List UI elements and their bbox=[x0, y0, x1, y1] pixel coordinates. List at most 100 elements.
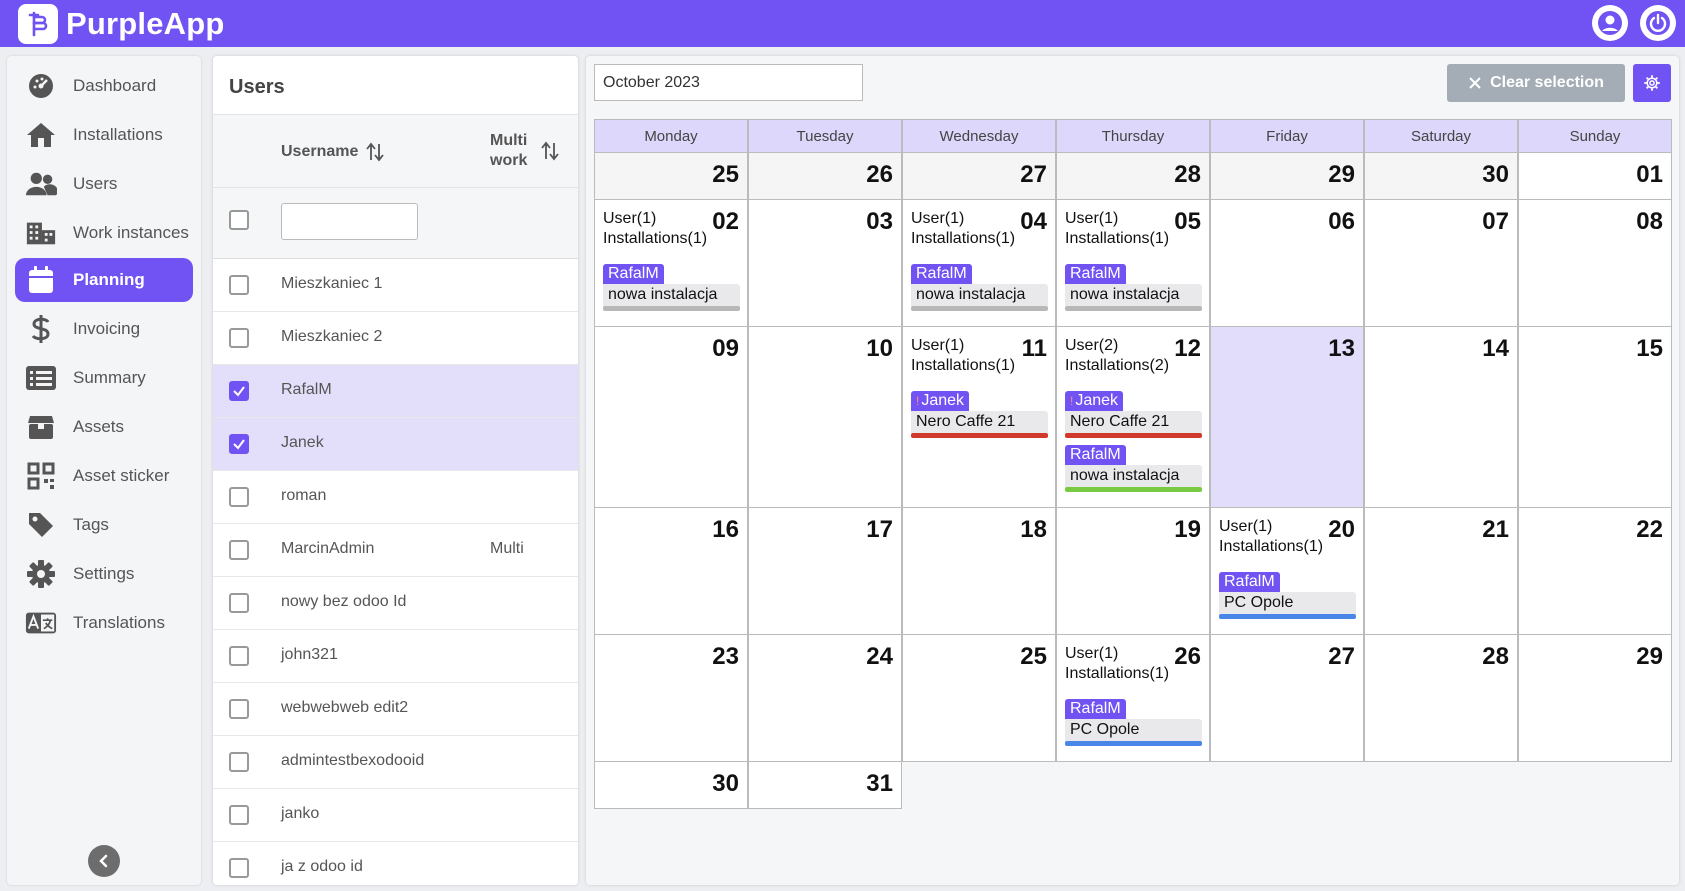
calendar-event[interactable]: RafalM PC Opole bbox=[1065, 699, 1202, 746]
calendar-day-cell[interactable]: 01 bbox=[1518, 152, 1672, 200]
calendar-day-cell[interactable]: 15 bbox=[1518, 326, 1672, 508]
month-picker-input[interactable] bbox=[594, 64, 863, 101]
sidebar-item-tags[interactable]: Tags bbox=[15, 503, 193, 547]
calendar-day-cell[interactable]: 30 bbox=[594, 761, 748, 809]
user-row-checkbox[interactable] bbox=[229, 593, 249, 613]
calendar-day-cell[interactable]: 25 bbox=[594, 152, 748, 200]
calendar-day-cell[interactable]: 19 bbox=[1056, 507, 1210, 635]
sidebar-item-planning[interactable]: Planning bbox=[15, 258, 193, 302]
select-all-checkbox[interactable] bbox=[229, 210, 249, 230]
app-logo-icon[interactable] bbox=[18, 3, 58, 44]
calendar-day-cell[interactable]: 18 bbox=[902, 507, 1056, 635]
calendar-day-cell[interactable]: 20 User(1) Installations(1) RafalM PC Opole bbox=[1210, 507, 1364, 635]
calendar-event[interactable]: RafalM PC Opole bbox=[1219, 572, 1356, 619]
calendar-event[interactable]: RafalM nowa instalacja bbox=[1065, 445, 1202, 492]
user-row-checkbox[interactable] bbox=[229, 858, 249, 878]
day-summary-users: User(1) bbox=[911, 210, 965, 227]
calendar-day-cell[interactable]: 02 User(1) Installations(1) RafalM nowa inst… bbox=[594, 199, 748, 327]
user-row[interactable]: MarcinAdmin Multi bbox=[213, 524, 578, 577]
calendar-panel: Clear selection MondayTuesdayWednesdayTh… bbox=[586, 56, 1679, 885]
calendar-event[interactable]: ! Janek Nero Caffe 21 bbox=[911, 391, 1048, 438]
user-row[interactable]: Janek bbox=[213, 418, 578, 471]
calendar-day-cell[interactable]: 13 bbox=[1210, 326, 1364, 508]
user-row[interactable]: roman bbox=[213, 471, 578, 524]
user-row[interactable]: janko bbox=[213, 789, 578, 842]
user-row-checkbox[interactable] bbox=[229, 434, 249, 454]
user-row[interactable]: nowy bez odoo Id bbox=[213, 577, 578, 630]
calendar-day-cell[interactable]: 30 bbox=[1364, 152, 1518, 200]
user-row[interactable]: Mieszkaniec 2 bbox=[213, 312, 578, 365]
calendar-day-cell[interactable]: 28 bbox=[1056, 152, 1210, 200]
day-summary: User(2) Installations(2) bbox=[1065, 336, 1169, 376]
calendar-day-cell[interactable]: 12 User(2) Installations(2)! Janek Nero Caff… bbox=[1056, 326, 1210, 508]
calendar-day-cell[interactable]: 05 User(1) Installations(1) RafalM nowa inst… bbox=[1056, 199, 1210, 327]
sidebar-item-dashboard[interactable]: Dashboard bbox=[15, 64, 193, 108]
user-row-checkbox[interactable] bbox=[229, 381, 249, 401]
calendar-day-cell[interactable]: 23 bbox=[594, 634, 748, 762]
calendar-day-cell[interactable]: 26 User(1) Installations(1) RafalM PC Opole bbox=[1056, 634, 1210, 762]
calendar-day-cell[interactable]: 24 bbox=[748, 634, 902, 762]
user-row[interactable]: admintestbexodooid bbox=[213, 736, 578, 789]
sidebar-item-label: Translations bbox=[73, 613, 165, 632]
sidebar-item-settings[interactable]: Settings bbox=[15, 552, 193, 596]
sidebar-item-work-instances[interactable]: Work instances bbox=[15, 211, 193, 255]
user-row-checkbox[interactable] bbox=[229, 805, 249, 825]
day-summary: User(1) Installations(1) bbox=[1219, 517, 1323, 557]
user-row-checkbox[interactable] bbox=[229, 540, 249, 560]
calendar-day-cell[interactable]: 16 bbox=[594, 507, 748, 635]
user-account-icon[interactable] bbox=[1592, 5, 1628, 41]
user-row[interactable]: ja z odoo id bbox=[213, 842, 578, 885]
day-number: 30 bbox=[712, 770, 739, 797]
user-row[interactable]: john321 bbox=[213, 630, 578, 683]
power-logout-icon[interactable] bbox=[1640, 5, 1676, 41]
calendar-day-cell[interactable]: 21 bbox=[1364, 507, 1518, 635]
clear-selection-button[interactable]: Clear selection bbox=[1447, 64, 1625, 102]
calendar-day-cell[interactable]: 31 bbox=[748, 761, 902, 809]
sidebar-item-summary[interactable]: Summary bbox=[15, 356, 193, 400]
calendar-day-cell[interactable]: 27 bbox=[1210, 634, 1364, 762]
calendar-event[interactable]: RafalM nowa instalacja bbox=[603, 264, 740, 311]
calendar-day-cell[interactable]: 03 bbox=[748, 199, 902, 327]
calendar-day-cell[interactable]: 10 bbox=[748, 326, 902, 508]
sidebar-item-translations[interactable]: Translations bbox=[15, 601, 193, 645]
user-row[interactable]: webwebweb edit2 bbox=[213, 683, 578, 736]
sidebar-item-invoicing[interactable]: Invoicing bbox=[15, 307, 193, 351]
username-column-header[interactable]: Username bbox=[281, 142, 385, 162]
calendar-day-cell[interactable]: 04 User(1) Installations(1) RafalM nowa inst… bbox=[902, 199, 1056, 327]
calendar-day-cell[interactable]: 07 bbox=[1364, 199, 1518, 327]
user-row-checkbox[interactable] bbox=[229, 646, 249, 666]
calendar-day-cell[interactable]: 14 bbox=[1364, 326, 1518, 508]
calendar-day-cell[interactable]: 29 bbox=[1210, 152, 1364, 200]
calendar-event[interactable]: RafalM nowa instalacja bbox=[911, 264, 1048, 311]
user-row-checkbox[interactable] bbox=[229, 699, 249, 719]
user-row-checkbox[interactable] bbox=[229, 275, 249, 295]
sort-icon[interactable] bbox=[366, 142, 385, 162]
calendar-day-cell[interactable]: 11 User(1) Installations(1)! Janek Nero Caff… bbox=[902, 326, 1056, 508]
calendar-day-cell[interactable]: 28 bbox=[1364, 634, 1518, 762]
calendar-day-cell[interactable]: 25 bbox=[902, 634, 1056, 762]
calendar-day-cell[interactable]: 26 bbox=[748, 152, 902, 200]
calendar-settings-button[interactable] bbox=[1633, 64, 1671, 102]
multi-work-column-header[interactable]: Multi work bbox=[490, 131, 527, 171]
calendar-day-cell[interactable]: 22 bbox=[1518, 507, 1672, 635]
calendar-day-cell[interactable]: 29 bbox=[1518, 634, 1672, 762]
sidebar-item-asset-sticker[interactable]: Asset sticker bbox=[15, 454, 193, 498]
calendar-event[interactable]: ! Janek Nero Caffe 21 bbox=[1065, 391, 1202, 438]
sidebar-item-installations[interactable]: Installations bbox=[15, 113, 193, 157]
calendar-day-cell[interactable]: 09 bbox=[594, 326, 748, 508]
calendar-event[interactable]: RafalM nowa instalacja bbox=[1065, 264, 1202, 311]
sidebar-item-users[interactable]: Users bbox=[15, 162, 193, 206]
collapse-sidebar-button[interactable] bbox=[88, 845, 120, 877]
sort-icon[interactable] bbox=[541, 141, 559, 161]
calendar-day-cell[interactable]: 27 bbox=[902, 152, 1056, 200]
user-row[interactable]: Mieszkaniec 1 bbox=[213, 259, 578, 312]
sidebar-item-assets[interactable]: Assets bbox=[15, 405, 193, 449]
username-filter-input[interactable] bbox=[281, 203, 418, 240]
calendar-day-cell[interactable]: 08 bbox=[1518, 199, 1672, 327]
calendar-day-cell[interactable]: 17 bbox=[748, 507, 902, 635]
user-row-checkbox[interactable] bbox=[229, 487, 249, 507]
calendar-day-cell[interactable]: 06 bbox=[1210, 199, 1364, 327]
user-row-checkbox[interactable] bbox=[229, 752, 249, 772]
user-row-checkbox[interactable] bbox=[229, 328, 249, 348]
user-row[interactable]: RafalM bbox=[213, 365, 578, 418]
